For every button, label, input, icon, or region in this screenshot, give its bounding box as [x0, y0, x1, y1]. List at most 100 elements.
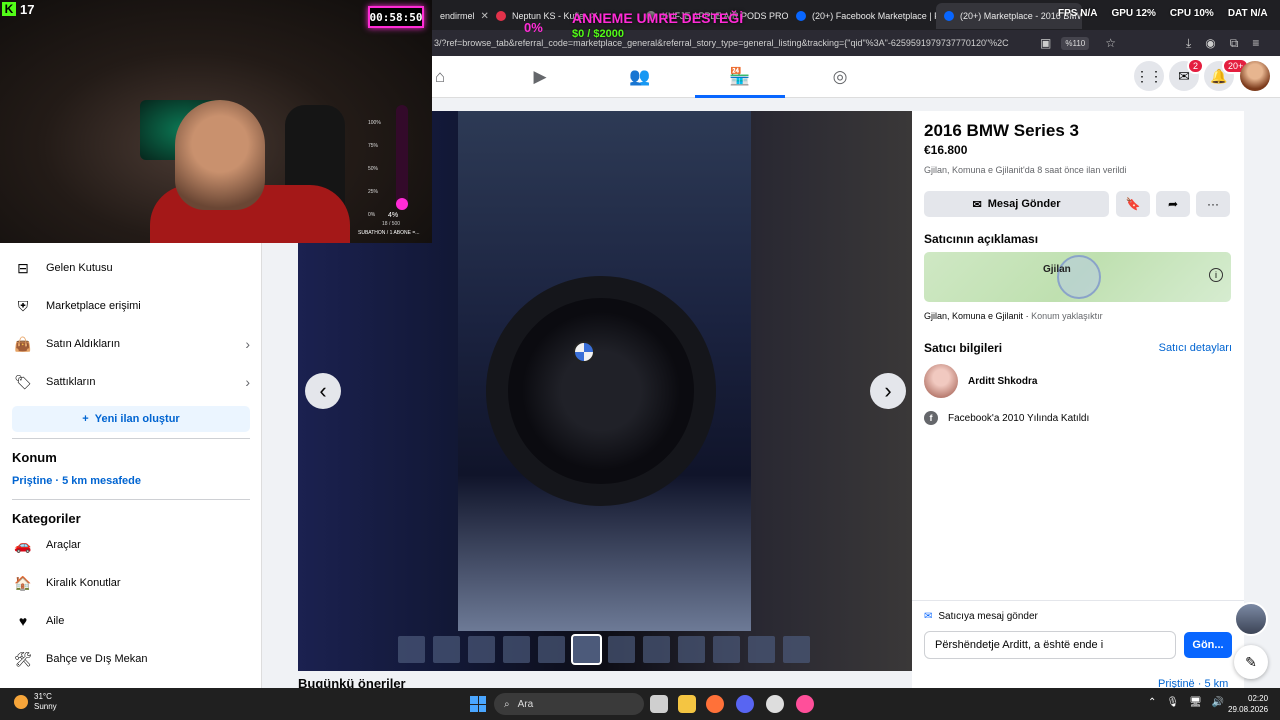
network-icon[interactable]: 🖥: [1189, 697, 1202, 708]
description-heading: Satıcının açıklaması: [924, 232, 1039, 246]
firefox-icon[interactable]: [706, 695, 724, 713]
facebook-favicon-icon: [944, 11, 954, 21]
previous-photo-button[interactable]: ‹: [305, 373, 341, 409]
inbox-icon: ⊟: [12, 257, 34, 279]
seller-name[interactable]: Arditt Shkodra: [968, 376, 1037, 387]
marketplace-icon[interactable]: 🏪: [695, 64, 785, 98]
facebook-icon: f: [924, 411, 938, 425]
gauge-fill: [396, 198, 408, 210]
webcam-overlay: K 17 00:58:50 100% 75% 50% 25% 0% 4% 18 …: [0, 0, 432, 243]
photo-thumbnail[interactable]: [713, 636, 740, 663]
toolbar-actions: ⤓ ◉ ⧉ ≡: [1186, 36, 1259, 51]
subathon-label: SUBATHON / 1 ABONE =...: [358, 230, 420, 236]
listing-title: 2016 BMW Series 3: [924, 121, 1079, 140]
friends-icon[interactable]: 👥: [595, 64, 685, 90]
groups-icon[interactable]: ◎: [795, 64, 885, 90]
viewer-count: 17: [20, 2, 35, 17]
car-icon: 🚗: [12, 534, 34, 556]
message-input[interactable]: Përshëndetje Arditt, a është ende i: [924, 631, 1176, 659]
taskbar-search[interactable]: ⌕ Ara: [494, 693, 644, 715]
more-icon: ···: [1207, 197, 1219, 211]
volume-icon[interactable]: 🔊: [1212, 697, 1224, 708]
bookmark-icon: 🔖: [1125, 197, 1141, 211]
listing-detail-panel: 2016 BMW Series 3 €16.800 Gjilan, Komuna…: [912, 111, 1244, 688]
photo-thumbnail[interactable]: [748, 636, 775, 663]
extensions-icon[interactable]: ⧉: [1230, 36, 1239, 51]
send-button[interactable]: Gön...: [1184, 632, 1232, 658]
browser-tab-1[interactable]: endirmel ✕: [432, 3, 488, 29]
windows-start-icon[interactable]: [470, 696, 486, 712]
photo-thumbnail[interactable]: [538, 636, 565, 663]
categories-heading: Kategoriler: [12, 511, 81, 526]
message-box-header: ✉ Satıcıya mesaj gönder: [924, 611, 1038, 622]
gauge-count: 18 / 500: [382, 221, 401, 227]
listing-location: Gjilan, Komuna e Gjilanit · Konum yaklaş…: [924, 311, 1103, 321]
next-photo-button[interactable]: ›: [870, 373, 906, 409]
new-message-compose-icon[interactable]: ✎: [1234, 645, 1268, 679]
more-options-button[interactable]: ···: [1196, 191, 1230, 217]
close-tab-icon[interactable]: ✕: [481, 11, 488, 22]
bookmark-star-icon[interactable]: ☆: [1105, 36, 1116, 50]
download-icon[interactable]: ⤓: [1186, 36, 1191, 51]
house-icon: 🏠: [12, 572, 34, 594]
photo-thumbnail[interactable]: [398, 636, 425, 663]
photo-thumbnail[interactable]: [608, 636, 635, 663]
menu-icon[interactable]: ≡: [1252, 36, 1259, 51]
url-field[interactable]: 3/?ref=browse_tab&referral_code=marketpl…: [434, 38, 1024, 48]
sidebar-item-inbox[interactable]: ⊟ Gelen Kutusu: [12, 257, 113, 279]
zoom-level[interactable]: %110: [1061, 36, 1090, 50]
photo-thumbnail[interactable]: [468, 636, 495, 663]
gauge-percent: 4%: [388, 212, 399, 219]
map-location-circle: [1057, 255, 1101, 299]
listing-posted-info: Gjilan, Komuna e Gjilanit'da 8 saat önce…: [924, 165, 1127, 175]
category-item-garden[interactable]: 🛠 Bahçe ve Dış Mekan: [12, 648, 148, 670]
photo-thumbnail[interactable]: [678, 636, 705, 663]
discord-icon[interactable]: [736, 695, 754, 713]
category-item-rentals[interactable]: 🏠 Kiralık Konutlar: [12, 572, 121, 594]
seller-details-link[interactable]: Satıcı detayları: [1159, 342, 1232, 354]
messenger-icon: ✉: [924, 611, 933, 622]
browser-tab-4[interactable]: (20+) Facebook Marketplace | F✕: [788, 3, 936, 29]
new-listing-button[interactable]: + Yeni ilan oluştur: [12, 406, 250, 432]
chat-head-avatar[interactable]: [1234, 602, 1268, 636]
seller-avatar[interactable]: [924, 364, 958, 398]
subathon-gauge: [396, 105, 408, 210]
sidebar-item-access[interactable]: ⛨ Marketplace erişimi: [12, 295, 141, 317]
info-icon[interactable]: i: [1209, 268, 1223, 282]
location-map[interactable]: Gjilan i: [924, 252, 1231, 302]
sidebar-item-purchases[interactable]: 👜 Satın Aldıkların ›: [12, 333, 250, 355]
photo-thumbnail[interactable]: [783, 636, 810, 663]
task-view-icon[interactable]: [650, 695, 668, 713]
photo-thumbnail[interactable]: [643, 636, 670, 663]
messenger-icon: ✉: [972, 198, 982, 211]
video-icon[interactable]: ▶: [495, 64, 585, 90]
browser-app-icon[interactable]: [796, 695, 814, 713]
account-icon[interactable]: ◉: [1205, 36, 1215, 51]
donation-amount: $0 / $2000: [572, 28, 624, 40]
bmw-logo: [573, 341, 595, 363]
category-item-family[interactable]: ♥ Aile: [12, 610, 64, 632]
share-button[interactable]: ➦: [1156, 191, 1190, 217]
reader-view-icon[interactable]: ▣: [1040, 36, 1051, 50]
photo-thumbnail[interactable]: [433, 636, 460, 663]
weather-widget[interactable]: 31°C Sunny: [14, 692, 57, 712]
photo-thumbnail[interactable]: [503, 636, 530, 663]
microphone-icon[interactable]: 🎙: [1166, 697, 1179, 708]
sidebar-item-selling[interactable]: 🏷 Sattıkların ›: [12, 371, 250, 393]
gauge-ticks: 100% 75% 50% 25% 0%: [368, 120, 381, 218]
profile-avatar[interactable]: [1240, 61, 1270, 91]
file-explorer-icon[interactable]: [678, 695, 696, 713]
location-filter-link[interactable]: Priştine · 5 km mesafede: [12, 475, 141, 487]
kick-logo-icon: K: [2, 2, 16, 16]
send-message-button[interactable]: ✉ Mesaj Gönder: [924, 191, 1109, 217]
taskbar-clock[interactable]: 02:20 29.08.2026: [1228, 693, 1268, 715]
chevron-up-icon[interactable]: ⌃: [1148, 697, 1156, 708]
photo-thumbnail-selected[interactable]: [571, 634, 602, 665]
obs-icon[interactable]: [766, 695, 784, 713]
category-item-vehicles[interactable]: 🚗 Araçlar: [12, 534, 81, 556]
messenger-badge: 2: [1187, 58, 1205, 74]
save-bookmark-button[interactable]: 🔖: [1116, 191, 1150, 217]
address-bar-actions: ▣: [1040, 36, 1051, 50]
tab-favicon-icon: [496, 11, 506, 21]
menu-grid-icon[interactable]: ⋮⋮: [1134, 61, 1164, 91]
